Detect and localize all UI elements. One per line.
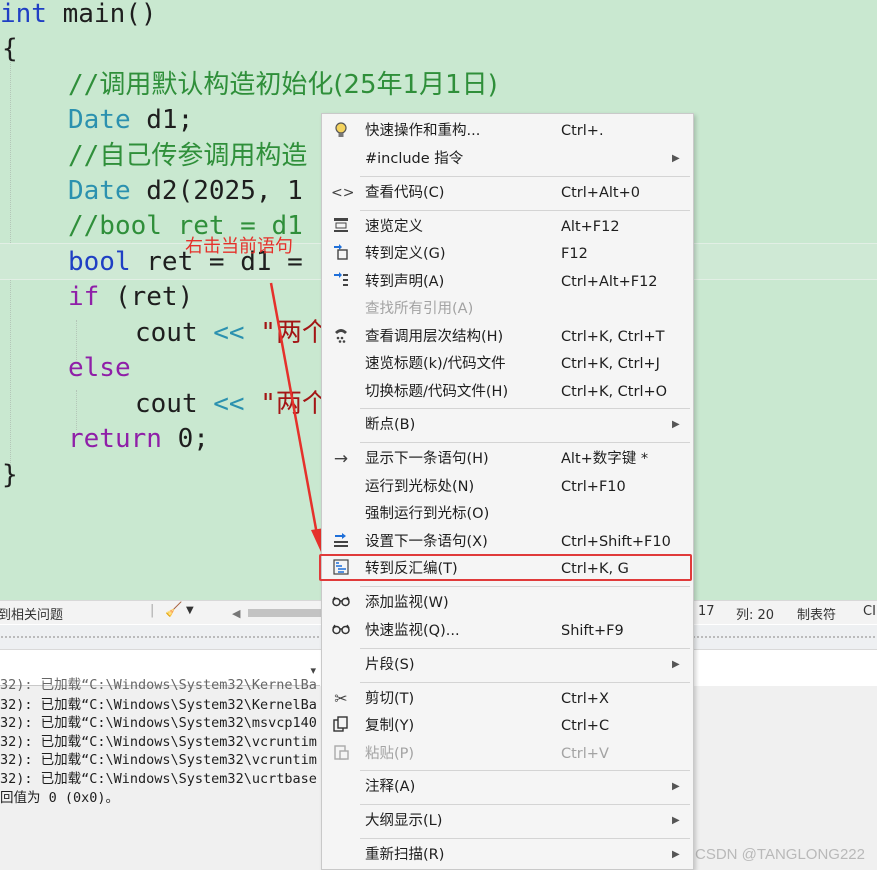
output-row: 32): 已加载“C:\Windows\System32\ucrtbase xyxy=(0,771,317,787)
chevron-down-icon[interactable]: ▼ xyxy=(186,605,194,616)
menu-item-goto-declaration[interactable]: 转到声明(A) Ctrl+Alt+F12 xyxy=(322,268,693,295)
disassembly-icon xyxy=(331,559,351,579)
menu-item-rescan[interactable]: 重新扫描(R) ▶ xyxy=(322,841,693,868)
scissors-icon: ✂ xyxy=(334,689,348,708)
arrow-right-icon: → xyxy=(333,449,349,469)
scroll-left-icon[interactable]: ◀ xyxy=(232,607,240,620)
status-encoding[interactable]: CI xyxy=(863,604,876,619)
menu-item-comment[interactable]: 注释(A) ▶ xyxy=(322,773,693,800)
menu-item-toggle-header[interactable]: 切换标题/代码文件(H) Ctrl+K, Ctrl+O xyxy=(322,378,693,405)
menu-separator xyxy=(360,408,690,409)
menu-item-peek-definition[interactable]: 速览定义 Alt+F12 xyxy=(322,213,693,240)
watermark: CSDN @TANGLONG222 xyxy=(695,846,865,863)
menu-item-set-next-statement[interactable]: 设置下一条语句(X) Ctrl+Shift+F10 xyxy=(322,528,693,555)
output-row: 32): 已加载“C:\Windows\System32\vcruntim xyxy=(0,752,317,768)
menu-separator xyxy=(360,442,690,443)
output-row: 32): 已加载“C:\Windows\System32\msvcp140 xyxy=(0,715,317,731)
submenu-arrow-icon: ▶ xyxy=(672,153,680,164)
menu-item-goto-disassembly[interactable]: 转到反汇编(T) Ctrl+K, G xyxy=(319,554,693,582)
menu-item-copy[interactable]: 复制(Y) Ctrl+C xyxy=(322,712,693,739)
menu-item-force-run-to-cursor[interactable]: 强制运行到光标(O) xyxy=(322,500,693,527)
menu-item-quick-actions[interactable]: 快速操作和重构... Ctrl+. xyxy=(322,117,693,144)
menu-separator xyxy=(360,804,690,805)
menu-separator xyxy=(360,838,690,839)
glasses-icon xyxy=(331,593,351,613)
menu-item-quick-watch[interactable]: 快速监视(Q)... Shift+F9 xyxy=(322,617,693,644)
menu-separator xyxy=(360,210,690,211)
menu-item-snippets[interactable]: 片段(S) ▶ xyxy=(322,651,693,678)
submenu-arrow-icon: ▶ xyxy=(672,659,680,670)
menu-separator xyxy=(360,176,690,177)
context-menu[interactable]: 快速操作和重构... Ctrl+. #include 指令 ▶ <> 查看代码(… xyxy=(319,113,694,870)
output-row: 32): 已加载“C:\Windows\System32\vcruntim xyxy=(0,734,317,750)
menu-item-show-next-statement[interactable]: → 显示下一条语句(H) Alt+数字键 * xyxy=(322,445,693,472)
menu-item-add-watch[interactable]: 添加监视(W) xyxy=(322,589,693,616)
output-row: 32): 已加载“C:\Windows\System32\KernelBa xyxy=(0,677,317,693)
submenu-arrow-icon: ▶ xyxy=(672,419,680,430)
menu-item-cut[interactable]: ✂ 剪切(T) Ctrl+X xyxy=(322,685,693,712)
submenu-arrow-icon: ▶ xyxy=(672,781,680,792)
brush-icon[interactable]: 🧹 xyxy=(165,602,182,618)
menu-item-goto-definition[interactable]: 转到定义(G) F12 xyxy=(322,240,693,267)
copy-icon xyxy=(331,716,351,736)
menu-item-outlining[interactable]: 大纲显示(L) ▶ xyxy=(322,807,693,834)
goto-definition-icon xyxy=(331,244,351,264)
menu-item-find-all-references[interactable]: 查找所有引用(A) xyxy=(322,295,693,322)
code-icon: <> xyxy=(331,185,355,201)
goto-declaration-icon xyxy=(331,272,351,292)
status-divider: | xyxy=(150,603,155,618)
menu-item-run-to-cursor[interactable]: 运行到光标处(N) Ctrl+F10 xyxy=(322,473,693,500)
peek-definition-icon xyxy=(331,217,351,237)
call-hierarchy-icon xyxy=(331,327,351,347)
menu-item-peek-header[interactable]: 速览标题(k)/代码文件 Ctrl+K, Ctrl+J xyxy=(322,350,693,377)
status-tab-mode[interactable]: 制表符 xyxy=(797,604,836,623)
paste-icon xyxy=(331,744,351,764)
set-next-statement-icon xyxy=(331,532,351,552)
output-row: 回值为 0 (0x0)。 xyxy=(0,790,120,806)
glasses-icon xyxy=(331,621,351,641)
menu-separator xyxy=(360,770,690,771)
submenu-arrow-icon: ▶ xyxy=(672,849,680,860)
status-issues[interactable]: 到相关问题 xyxy=(0,604,63,623)
lightbulb-icon xyxy=(331,121,351,141)
menu-separator xyxy=(360,586,690,587)
scrollbar-thumb[interactable] xyxy=(248,609,322,617)
menu-item-breakpoint[interactable]: 断点(B) ▶ xyxy=(322,411,693,438)
output-row: 32): 已加载“C:\Windows\System32\KernelBa xyxy=(0,697,317,713)
horizontal-scrollbar[interactable]: ◀ xyxy=(232,607,322,620)
menu-item-view-code[interactable]: <> 查看代码(C) Ctrl+Alt+0 xyxy=(322,179,693,206)
submenu-arrow-icon: ▶ xyxy=(672,815,680,826)
menu-item-include-directive[interactable]: #include 指令 ▶ xyxy=(322,145,693,172)
menu-separator xyxy=(360,648,690,649)
status-column: 列: 20 xyxy=(736,608,775,623)
menu-item-paste[interactable]: 粘贴(P) Ctrl+V xyxy=(322,740,693,767)
menu-item-call-hierarchy[interactable]: 查看调用层次结构(H) Ctrl+K, Ctrl+T xyxy=(322,323,693,350)
status-line: 17 xyxy=(698,604,715,619)
menu-separator xyxy=(360,682,690,683)
